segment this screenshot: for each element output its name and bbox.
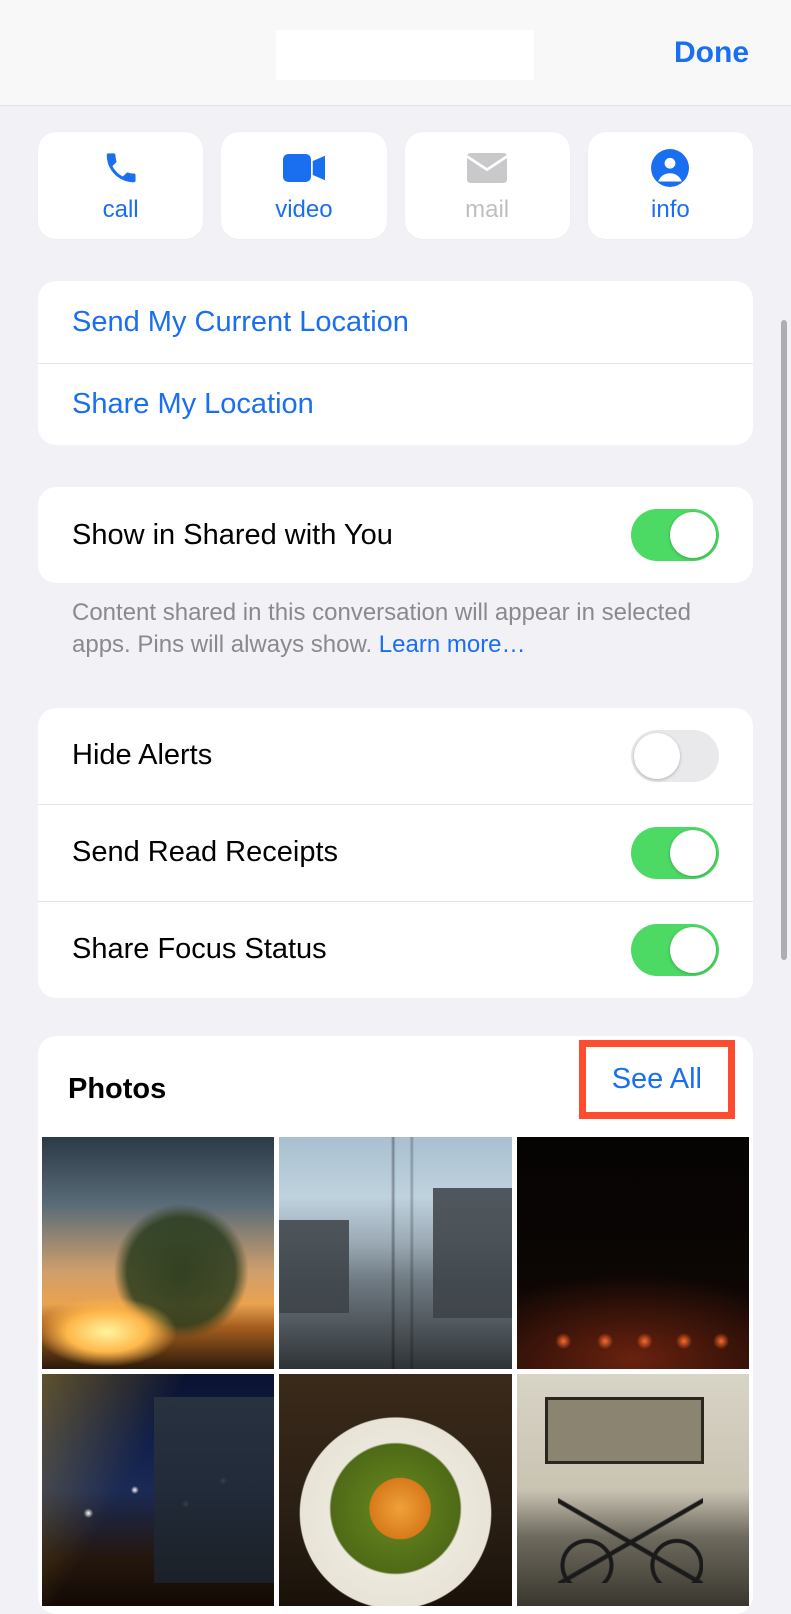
photo-thumbnail[interactable] (42, 1137, 274, 1369)
shared-with-you-label: Show in Shared with You (72, 519, 393, 552)
contact-name-redacted (276, 30, 534, 80)
send-current-location[interactable]: Send My Current Location (38, 281, 753, 363)
shared-with-you-toggle[interactable] (631, 509, 719, 561)
photos-title: Photos (68, 1073, 166, 1106)
focus-status-toggle[interactable] (631, 924, 719, 976)
show-in-shared-with-you-row: Show in Shared with You (38, 487, 753, 583)
photo-thumbnail[interactable] (42, 1374, 274, 1606)
video-label: video (275, 196, 332, 224)
photos-section: Photos See All (38, 1036, 753, 1614)
hide-alerts-row: Hide Alerts (38, 708, 753, 804)
photo-thumbnail[interactable] (279, 1137, 511, 1369)
share-my-location-label: Share My Location (72, 388, 314, 421)
photo-thumbnail[interactable] (279, 1374, 511, 1606)
photo-thumbnail[interactable] (517, 1374, 749, 1606)
done-button[interactable]: Done (674, 36, 749, 70)
phone-icon (102, 148, 140, 188)
photo-thumbnail[interactable] (517, 1137, 749, 1369)
modal-header: Done (0, 0, 791, 106)
hide-alerts-toggle[interactable] (631, 730, 719, 782)
see-all-highlight: See All (579, 1040, 735, 1119)
hide-alerts-label: Hide Alerts (72, 739, 212, 772)
location-group: Send My Current Location Share My Locati… (38, 281, 753, 445)
info-label: info (651, 196, 690, 224)
scrollbar[interactable] (781, 320, 787, 960)
call-button[interactable]: call (38, 132, 203, 239)
shared-with-you-group: Show in Shared with You (38, 487, 753, 583)
shared-with-you-footnote: Content shared in this conversation will… (38, 583, 753, 662)
read-receipts-toggle[interactable] (631, 827, 719, 879)
call-label: call (103, 196, 139, 224)
conversation-settings-group: Hide Alerts Send Read Receipts Share Foc… (38, 708, 753, 998)
person-circle-icon (651, 148, 689, 188)
send-read-receipts-row: Send Read Receipts (38, 804, 753, 901)
video-button[interactable]: video (221, 132, 386, 239)
video-icon (283, 148, 325, 188)
mail-icon (466, 148, 508, 188)
send-current-location-label: Send My Current Location (72, 306, 409, 339)
learn-more-link[interactable]: Learn more… (379, 631, 526, 658)
info-button[interactable]: info (588, 132, 753, 239)
contact-actions-row: call video mail info (38, 132, 753, 239)
see-all-button[interactable]: See All (612, 1063, 702, 1096)
share-focus-status-row: Share Focus Status (38, 901, 753, 998)
share-my-location[interactable]: Share My Location (38, 363, 753, 445)
mail-button: mail (405, 132, 570, 239)
focus-status-label: Share Focus Status (72, 933, 327, 966)
mail-label: mail (465, 196, 509, 224)
read-receipts-label: Send Read Receipts (72, 836, 338, 869)
